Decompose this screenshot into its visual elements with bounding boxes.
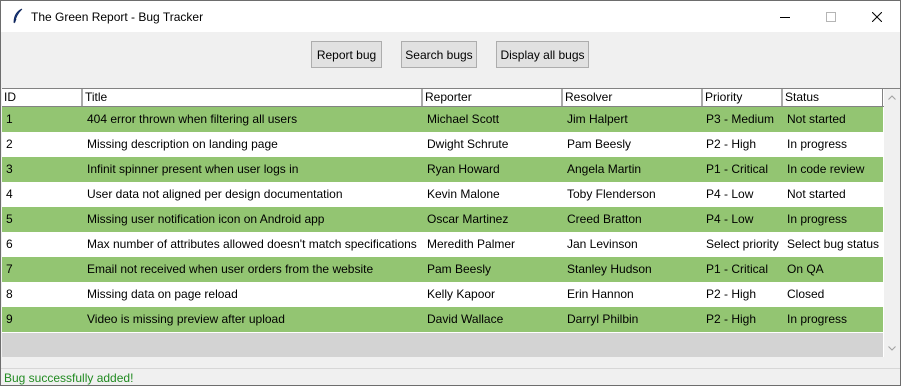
cell-title: Email not received when user orders from… [87, 262, 374, 276]
toolbar: Report bug Search bugs Display all bugs [1, 32, 900, 88]
cell-reporter: Michael Scott [427, 112, 500, 126]
column-header-status[interactable]: Status [782, 89, 883, 106]
cell-priority: P2 - High [706, 287, 757, 301]
cell-reporter: Pam Beesly [427, 262, 492, 276]
cell-resolver: Darryl Philbin [567, 312, 639, 326]
cell-id: 6 [6, 237, 13, 251]
cell-priority: P3 - Medium [706, 112, 775, 126]
feather-icon [11, 8, 25, 24]
cell-title: Infinit spinner present when user logs i… [87, 162, 299, 176]
display-all-bugs-button[interactable]: Display all bugs [496, 41, 589, 68]
cell-reporter: David Wallace [427, 312, 504, 326]
table-row[interactable]: 8 Missing data on page reload Kelly Kapo… [2, 282, 883, 307]
window-title: The Green Report - Bug Tracker [31, 10, 204, 24]
cell-status: In progress [787, 212, 848, 226]
status-bar: Bug successfully added! [1, 368, 900, 386]
cell-status: Not started [787, 187, 846, 201]
cell-priority: P4 - Low [706, 187, 754, 201]
app-window: The Green Report - Bug Tracker Report bu… [0, 0, 901, 386]
column-header-title[interactable]: Title [82, 89, 422, 106]
cell-priority: Select priority [706, 237, 779, 251]
table-row[interactable]: 1 404 error thrown when filtering all us… [2, 107, 883, 132]
cell-reporter: Kevin Malone [427, 187, 500, 201]
vertical-scrollbar[interactable] [884, 89, 900, 357]
cell-resolver: Toby Flenderson [567, 187, 656, 201]
status-message: Bug successfully added! [4, 371, 134, 385]
chevron-down-icon [888, 346, 896, 351]
table-row[interactable]: 2 Missing description on landing page Dw… [2, 132, 883, 157]
cell-resolver: Angela Martin [567, 162, 642, 176]
cell-title: User data not aligned per design documen… [87, 187, 343, 201]
cell-resolver: Erin Hannon [567, 287, 634, 301]
table-row[interactable]: 9 Video is missing preview after upload … [2, 307, 883, 332]
cell-reporter: Meredith Palmer [427, 237, 516, 251]
close-icon [872, 11, 882, 22]
cell-id: 1 [6, 112, 13, 126]
cell-id: 9 [6, 312, 13, 326]
cell-id: 4 [6, 187, 13, 201]
cell-priority: P1 - Critical [706, 262, 769, 276]
scroll-down-button[interactable] [884, 340, 900, 357]
cell-resolver: Pam Beesly [567, 137, 632, 151]
table-row[interactable]: 6 Max number of attributes allowed doesn… [2, 232, 883, 257]
table-empty-area [2, 333, 883, 357]
maximize-icon [826, 11, 836, 22]
chevron-up-icon [888, 95, 896, 100]
cell-priority: P2 - High [706, 312, 757, 326]
cell-status: In code review [787, 162, 865, 176]
table-row[interactable]: 3 Infinit spinner present when user logs… [2, 157, 883, 182]
cell-title: 404 error thrown when filtering all user… [87, 112, 298, 126]
cell-id: 2 [6, 137, 13, 151]
cell-status: In progress [787, 312, 848, 326]
cell-id: 8 [6, 287, 13, 301]
report-bug-button[interactable]: Report bug [311, 41, 382, 68]
cell-resolver: Jim Halpert [567, 112, 628, 126]
cell-id: 5 [6, 212, 13, 226]
column-header-resolver[interactable]: Resolver [562, 89, 702, 106]
minimize-icon [780, 16, 790, 18]
cell-priority: P2 - High [706, 137, 757, 151]
cell-title: Missing description on landing page [87, 137, 278, 151]
cell-status: Select bug status [787, 237, 880, 251]
close-button[interactable] [854, 1, 900, 32]
cell-reporter: Kelly Kapoor [427, 287, 496, 301]
scroll-up-button[interactable] [884, 89, 900, 106]
cell-title: Video is missing preview after upload [87, 312, 285, 326]
cell-priority: P1 - Critical [706, 162, 769, 176]
maximize-button[interactable] [808, 1, 854, 32]
cell-reporter: Ryan Howard [427, 162, 500, 176]
table-header: ID Title Reporter Resolver Priority Stat… [2, 89, 884, 107]
cell-reporter: Dwight Schrute [427, 137, 509, 151]
column-header-priority[interactable]: Priority [702, 89, 782, 106]
cell-resolver: Stanley Hudson [567, 262, 652, 276]
minimize-button[interactable] [762, 1, 808, 32]
column-header-id[interactable]: ID [2, 89, 82, 106]
search-bugs-button[interactable]: Search bugs [401, 41, 477, 68]
cell-resolver: Jan Levinson [567, 237, 638, 251]
cell-title: Max number of attributes allowed doesn't… [87, 237, 417, 251]
cell-status: Closed [787, 287, 825, 301]
cell-status: On QA [787, 262, 824, 276]
table-row[interactable]: 4 User data not aligned per design docum… [2, 182, 883, 207]
cell-title: Missing user notification icon on Androi… [87, 212, 325, 226]
cell-status: In progress [787, 137, 848, 151]
table-row[interactable]: 7 Email not received when user orders fr… [2, 257, 883, 282]
cell-id: 3 [6, 162, 13, 176]
cell-resolver: Creed Bratton [567, 212, 642, 226]
cell-status: Not started [787, 112, 846, 126]
table-row[interactable]: 5 Missing user notification icon on Andr… [2, 207, 883, 232]
cell-title: Missing data on page reload [87, 287, 238, 301]
cell-id: 7 [6, 262, 13, 276]
cell-priority: P4 - Low [706, 212, 754, 226]
cell-reporter: Oscar Martinez [427, 212, 509, 226]
title-bar[interactable]: The Green Report - Bug Tracker [1, 1, 900, 32]
table-body: 1 404 error thrown when filtering all us… [2, 107, 883, 333]
bug-table: ID Title Reporter Resolver Priority Stat… [2, 88, 900, 357]
column-header-reporter[interactable]: Reporter [422, 89, 562, 106]
